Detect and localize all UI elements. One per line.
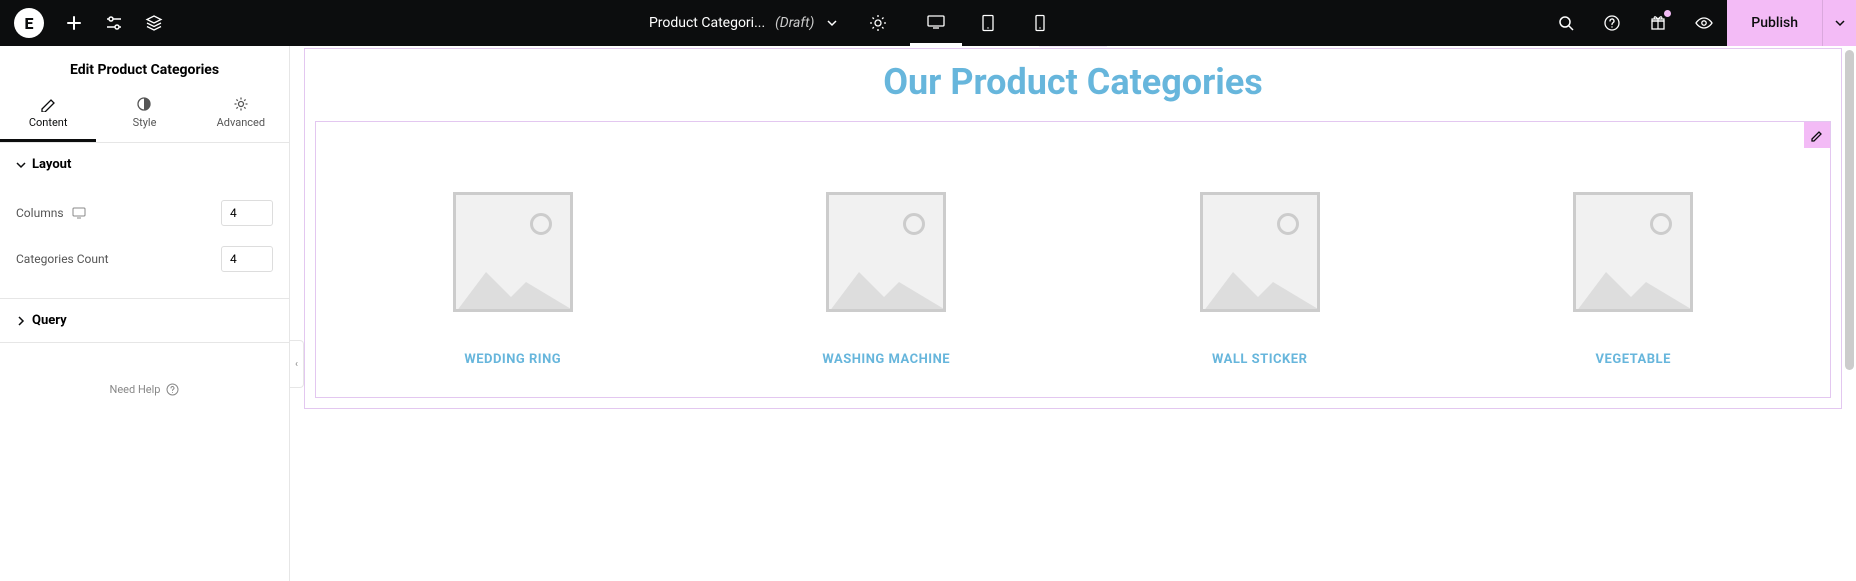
notification-dot	[1664, 10, 1671, 17]
tab-advanced[interactable]: Advanced	[193, 88, 289, 142]
category-item[interactable]: WASHING MACHINE	[722, 162, 1051, 367]
section-layout-title: Layout	[32, 157, 71, 172]
page-settings-icon[interactable]	[858, 0, 898, 46]
caret-down-icon	[16, 160, 26, 170]
tab-content-label: Content	[29, 116, 68, 129]
topbar: E Product Categori... (Draft)	[0, 0, 1856, 46]
section-layout-header[interactable]: Layout	[0, 143, 289, 186]
categories-count-input[interactable]	[221, 246, 273, 272]
section-wrapper[interactable]: Our Product Categories WEDDING RING	[304, 48, 1842, 409]
collapse-sidebar-handle[interactable]: ‹	[290, 340, 304, 388]
document-title-wrap[interactable]: Product Categori... (Draft)	[649, 15, 844, 31]
search-icon[interactable]	[1543, 0, 1589, 46]
section-query-header[interactable]: Query	[0, 299, 289, 343]
section-handle	[1039, 46, 1107, 47]
draft-label: (Draft)	[775, 15, 814, 31]
section-layout-body: Columns Categories Count	[0, 186, 289, 299]
tab-advanced-label: Advanced	[217, 116, 265, 129]
device-mobile[interactable]	[1014, 0, 1066, 46]
tab-style-label: Style	[133, 116, 157, 129]
canvas[interactable]: Our Product Categories WEDDING RING	[290, 46, 1856, 581]
help-icon[interactable]	[1589, 0, 1635, 46]
placeholder-image	[1573, 192, 1693, 312]
document-title: Product Categori...	[649, 15, 765, 31]
publish-dropdown[interactable]	[1822, 0, 1856, 46]
section-query-title: Query	[32, 313, 67, 328]
device-desktop[interactable]	[910, 0, 962, 46]
category-item[interactable]: WALL STICKER	[1095, 162, 1424, 367]
layers-icon[interactable]	[134, 0, 174, 46]
tab-style[interactable]: Style	[96, 88, 192, 142]
category-title: WALL STICKER	[1095, 352, 1424, 367]
placeholder-image	[826, 192, 946, 312]
sidebar: Edit Product Categories Content Style Ad…	[0, 46, 290, 581]
placeholder-image	[453, 192, 573, 312]
main: Edit Product Categories Content Style Ad…	[0, 46, 1856, 581]
elementor-logo[interactable]: E	[14, 8, 44, 38]
device-switcher	[910, 0, 1066, 46]
section-heading[interactable]: Our Product Categories	[305, 49, 1841, 111]
caret-right-icon	[16, 316, 26, 326]
need-help-link[interactable]: Need Help	[0, 343, 289, 436]
sidebar-tabs: Content Style Advanced	[0, 88, 289, 143]
tab-content[interactable]: Content	[0, 88, 96, 142]
product-categories-widget[interactable]: WEDDING RING WASHING MACHINE WALL STICKE…	[315, 121, 1831, 398]
settings-sliders-icon[interactable]	[94, 0, 134, 46]
columns-label: Columns	[16, 206, 64, 220]
placeholder-image	[1200, 192, 1320, 312]
publish-button[interactable]: Publish	[1727, 0, 1822, 46]
device-tablet[interactable]	[962, 0, 1014, 46]
responsive-icon[interactable]	[72, 207, 86, 219]
publish-label: Publish	[1751, 15, 1798, 31]
category-item[interactable]: WEDDING RING	[348, 162, 677, 367]
preview-icon[interactable]	[1681, 0, 1727, 46]
edit-widget-icon[interactable]	[1804, 122, 1830, 148]
gift-icon[interactable]	[1635, 0, 1681, 46]
need-help-label: Need Help	[110, 383, 161, 396]
category-item[interactable]: VEGETABLE	[1469, 162, 1798, 367]
add-button[interactable]	[54, 0, 94, 46]
chevron-down-icon[interactable]	[826, 19, 838, 27]
category-title: VEGETABLE	[1469, 352, 1798, 367]
columns-input[interactable]	[221, 200, 273, 226]
category-title: WASHING MACHINE	[722, 352, 1051, 367]
category-title: WEDDING RING	[348, 352, 677, 367]
categories-count-label: Categories Count	[16, 252, 109, 266]
sidebar-header: Edit Product Categories	[0, 46, 289, 88]
